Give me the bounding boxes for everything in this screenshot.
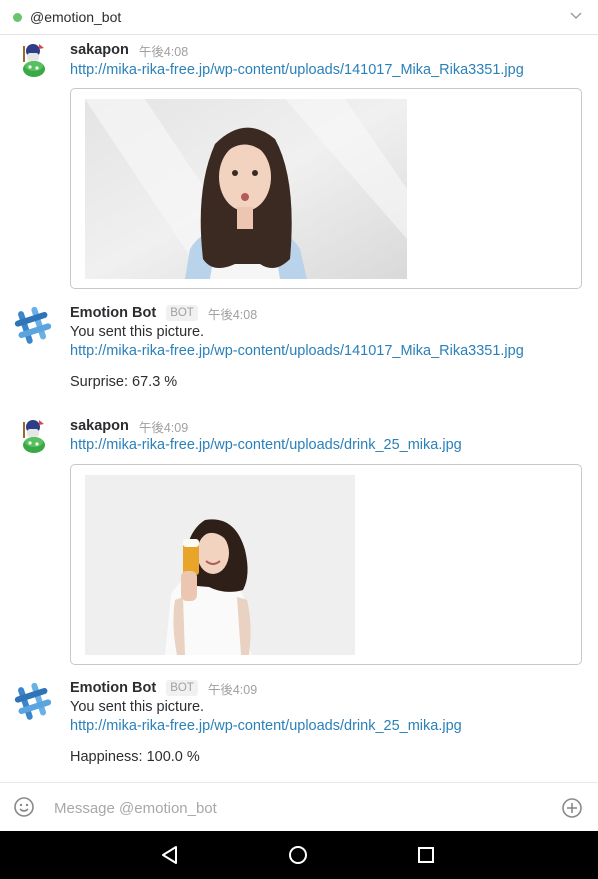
- message-input[interactable]: [54, 795, 534, 821]
- chevron-down-icon[interactable]: [568, 8, 584, 24]
- author-name[interactable]: sakapon: [70, 418, 129, 434]
- message-header: sakapon 午後4:08: [70, 40, 188, 60]
- image-link[interactable]: http://mika-rika-free.jp/wp-content/uplo…: [70, 342, 524, 361]
- emotion-result: Happiness: 100.0 %: [70, 749, 200, 765]
- user-avatar[interactable]: [14, 416, 52, 454]
- system-nav-bar: [0, 831, 598, 879]
- bot-badge: BOT: [166, 680, 198, 696]
- emotion-result: Surprise: 67.3 %: [70, 374, 178, 390]
- image-link[interactable]: http://mika-rika-free.jp/wp-content/uplo…: [70, 61, 524, 80]
- channel-title[interactable]: @emotion_bot: [30, 9, 121, 25]
- image-link[interactable]: http://mika-rika-free.jp/wp-content/uplo…: [70, 436, 462, 455]
- timestamp: 午後4:09: [138, 420, 189, 435]
- user-avatar[interactable]: [14, 40, 52, 78]
- plus-circle-icon[interactable]: [561, 797, 583, 819]
- message-header: sakapon 午後4:09: [70, 416, 188, 436]
- channel-header: @emotion_bot: [0, 0, 598, 35]
- back-triangle-icon[interactable]: [158, 843, 182, 867]
- timestamp: 午後4:08: [138, 44, 189, 59]
- author-name[interactable]: sakapon: [70, 42, 129, 58]
- bot-avatar[interactable]: [14, 306, 52, 344]
- message-text: You sent this picture.: [70, 324, 205, 340]
- home-circle-icon[interactable]: [286, 843, 310, 867]
- image-preview[interactable]: [70, 88, 582, 289]
- bot-badge: BOT: [166, 305, 198, 321]
- bot-avatar[interactable]: [14, 682, 52, 720]
- photo-woman-surprised[interactable]: [85, 99, 407, 279]
- timestamp: 午後4:09: [207, 682, 258, 697]
- message-list: sakapon 午後4:08 http://mika-rika-free.jp/…: [0, 35, 598, 781]
- author-name[interactable]: Emotion Bot: [70, 680, 156, 696]
- author-name[interactable]: Emotion Bot: [70, 305, 156, 321]
- message-composer: [0, 782, 598, 831]
- message-header: Emotion Bot BOT 午後4:08: [70, 303, 257, 323]
- timestamp: 午後4:08: [207, 307, 258, 322]
- message-header: Emotion Bot BOT 午後4:09: [70, 678, 257, 698]
- message-text: You sent this picture.: [70, 699, 205, 715]
- presence-dot: [13, 12, 22, 22]
- photo-woman-with-beer[interactable]: [85, 475, 355, 655]
- image-preview[interactable]: [70, 464, 582, 665]
- image-link[interactable]: http://mika-rika-free.jp/wp-content/uplo…: [70, 717, 462, 736]
- recents-square-icon[interactable]: [414, 843, 438, 867]
- smiley-icon[interactable]: [13, 796, 35, 818]
